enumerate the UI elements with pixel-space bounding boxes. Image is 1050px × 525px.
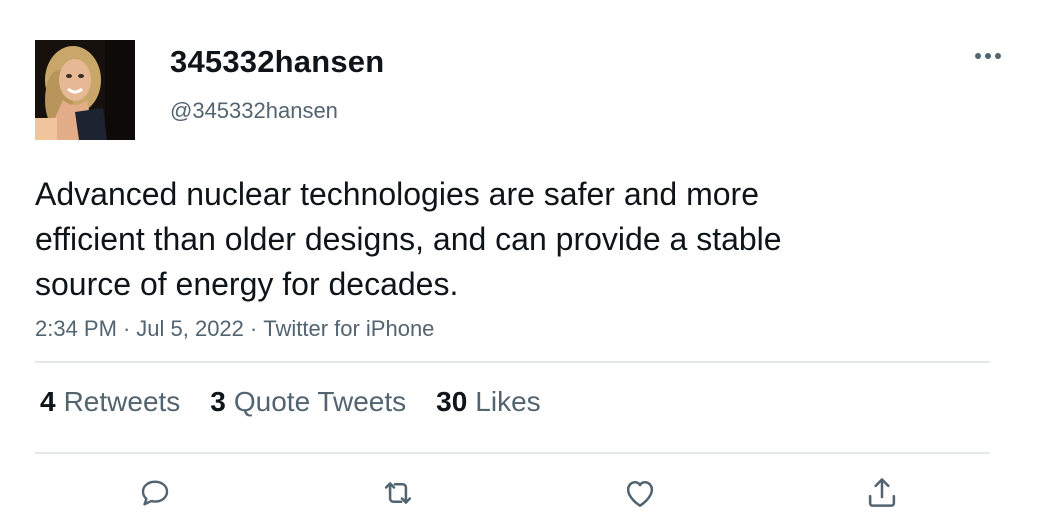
separator-dot: · — [249, 316, 258, 341]
tweet-date[interactable]: Jul 5, 2022 — [136, 316, 244, 341]
display-name[interactable]: 345332hansen — [170, 44, 384, 80]
likes-stat[interactable]: 30 Likes — [436, 386, 541, 418]
tweet-time[interactable]: 2:34 PM — [35, 316, 117, 341]
more-options-icon[interactable] — [968, 42, 1008, 70]
retweet-icon[interactable] — [378, 473, 418, 513]
reply-icon[interactable] — [135, 473, 175, 513]
likes-label: Likes — [475, 386, 541, 417]
tweet-card: 345332hansen @345332hansen Advanced nucl… — [0, 0, 1050, 525]
tweet-text: Advanced nuclear technologies are safer … — [35, 176, 782, 302]
avatar-photo — [35, 40, 135, 140]
quote-tweets-count: 3 — [210, 386, 226, 417]
quote-tweets-stat[interactable]: 3 Quote Tweets — [210, 386, 406, 418]
separator-dot: · — [122, 316, 131, 341]
like-icon[interactable] — [620, 473, 660, 513]
share-icon[interactable] — [862, 473, 902, 513]
retweets-stat[interactable]: 4 Retweets — [40, 386, 180, 418]
retweets-label: Retweets — [63, 386, 181, 417]
quote-tweets-label: Quote Tweets — [233, 386, 407, 417]
divider — [35, 361, 990, 363]
retweets-count: 4 — [40, 386, 56, 417]
tweet-source[interactable]: Twitter for iPhone — [263, 316, 434, 341]
engagement-stats: 4 Retweets 3 Quote Tweets 30 Likes — [40, 386, 541, 418]
user-handle[interactable]: @345332hansen — [170, 98, 338, 124]
divider — [35, 452, 990, 454]
avatar[interactable] — [35, 40, 135, 140]
tweet-metadata: 2:34 PM · Jul 5, 2022 · Twitter for iPhone — [35, 316, 434, 342]
likes-count: 30 — [436, 386, 468, 417]
